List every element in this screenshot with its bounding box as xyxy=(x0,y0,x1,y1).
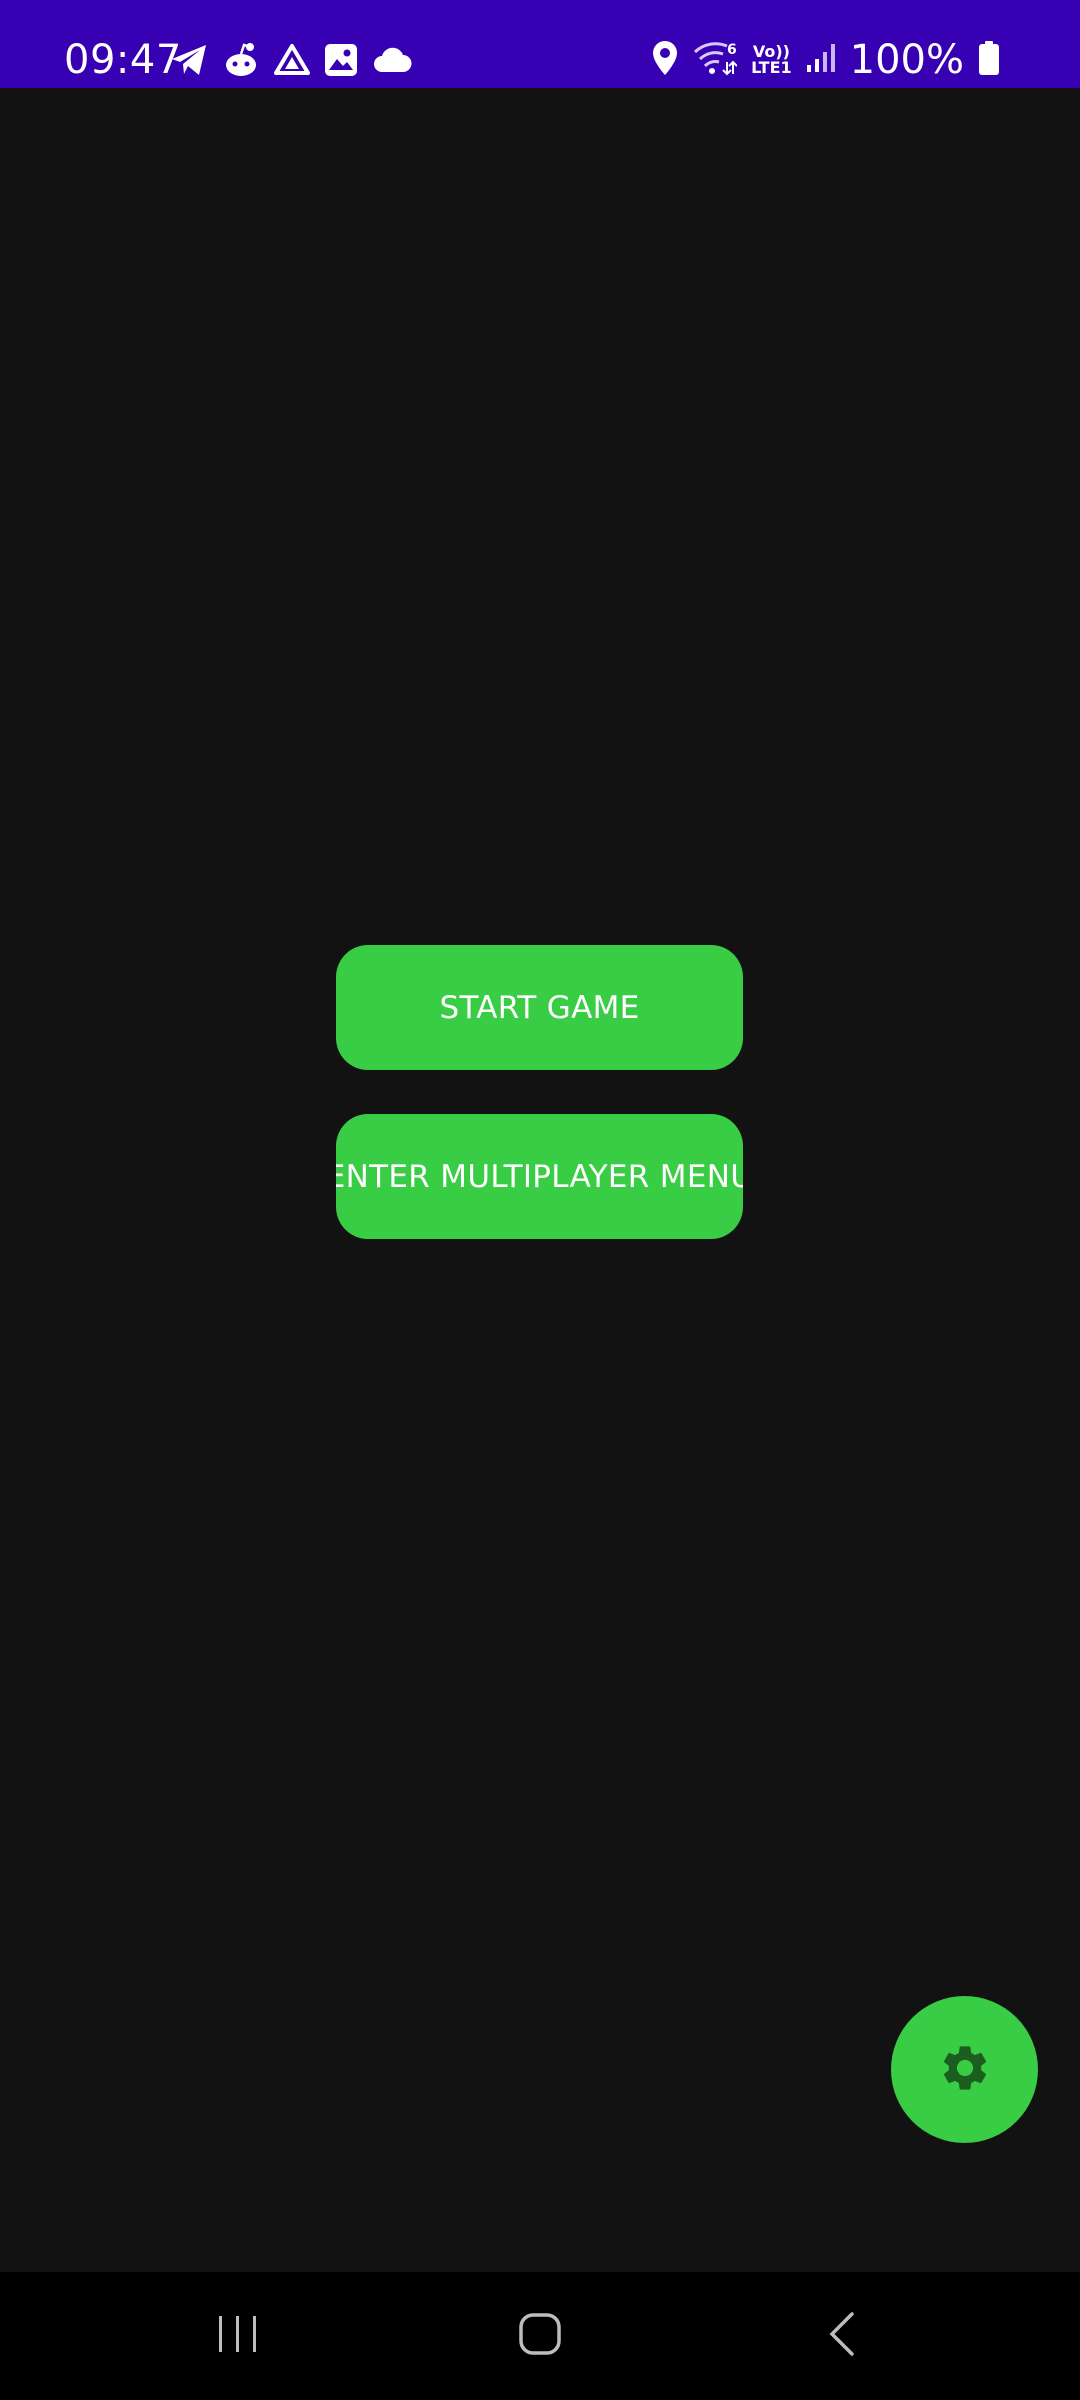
navigation-bar xyxy=(0,2272,1080,2400)
multiplayer-menu-button[interactable]: ENTER MULTIPLAYER MENU xyxy=(336,1114,743,1239)
start-game-button[interactable]: START GAME xyxy=(336,945,743,1070)
gear-icon xyxy=(938,2041,992,2099)
wifi-icon: 6 xyxy=(693,40,738,80)
status-bar: 09:47 6 Vo)) LTE1 100% xyxy=(0,0,1080,88)
home-button[interactable] xyxy=(460,2272,620,2400)
drive-icon xyxy=(274,43,310,81)
notification-icons xyxy=(170,42,412,82)
home-icon xyxy=(518,2312,562,2360)
battery-icon xyxy=(978,40,1000,80)
recents-button[interactable] xyxy=(158,2272,318,2400)
system-status-icons: 6 Vo)) LTE1 100% xyxy=(651,36,1000,84)
cloud-icon xyxy=(372,46,412,78)
telegram-icon xyxy=(170,43,208,81)
recents-icon xyxy=(217,2314,259,2358)
network-type-label: Vo)) LTE1 xyxy=(751,44,792,76)
reddit-icon xyxy=(222,41,260,83)
gallery-icon xyxy=(324,43,358,81)
lte-label: LTE1 xyxy=(751,58,792,77)
back-button[interactable] xyxy=(762,2272,922,2400)
back-icon xyxy=(827,2311,857,2361)
status-time: 09:47 xyxy=(64,37,182,83)
location-icon xyxy=(651,40,679,80)
signal-icon xyxy=(806,43,836,77)
settings-fab[interactable] xyxy=(891,1996,1038,2143)
wifi-badge: 6 xyxy=(727,42,737,58)
battery-percent: 100% xyxy=(849,37,964,83)
